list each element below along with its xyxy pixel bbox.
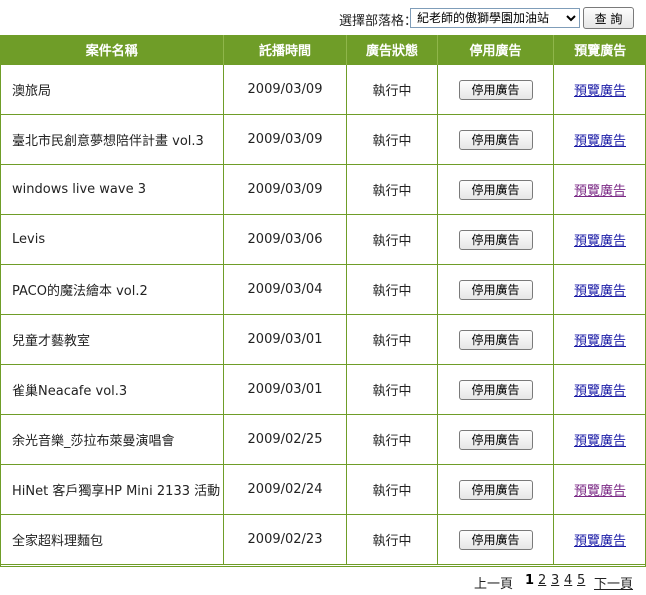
preview-ad-cell: 預覽廣告 — [553, 364, 646, 415]
query-button[interactable]: 查 詢 — [583, 7, 634, 29]
broadcast-date: 2009/03/09 — [223, 114, 347, 165]
stop-ad-cell: 停用廣告 — [437, 164, 554, 215]
page-link-3[interactable]: 3 — [551, 573, 559, 588]
stop-ad-button[interactable]: 停用廣告 — [458, 179, 533, 200]
preview-ad-cell: 預覽廣告 — [553, 264, 646, 315]
preview-ad-cell: 預覽廣告 — [553, 464, 646, 515]
header-preview-ad: 預覽廣告 — [553, 35, 646, 65]
campaign-name: 臺北市民創意夢想陪伴計畫 vol.3 — [0, 114, 224, 165]
ad-status: 執行中 — [346, 214, 438, 265]
ad-campaign-table: 案件名稱 託播時間 廣告狀態 停用廣告 預覽廣告 澳旅局 2009/03/09 執行… — [0, 35, 646, 565]
broadcast-date: 2009/03/09 — [223, 64, 347, 115]
pagination: 上一頁 1 2 3 4 5 下一頁 — [0, 566, 646, 595]
preview-ad-link[interactable]: 預覽廣告 — [574, 384, 626, 399]
stop-ad-button[interactable]: 停用廣告 — [458, 79, 533, 100]
campaign-name: PACO的魔法繪本 vol.2 — [0, 264, 224, 315]
ad-status: 執行中 — [346, 364, 438, 415]
preview-ad-link[interactable]: 預覽廣告 — [574, 134, 626, 149]
table-row: 兒童才藝教室 2009/03/01 執行中 停用廣告 預覽廣告 — [0, 314, 646, 365]
campaign-name: 澳旅局 — [0, 64, 224, 115]
stop-ad-cell: 停用廣告 — [437, 314, 554, 365]
preview-ad-cell: 預覽廣告 — [553, 164, 646, 215]
preview-ad-cell: 預覽廣告 — [553, 514, 646, 565]
stop-ad-cell: 停用廣告 — [437, 414, 554, 465]
stop-ad-cell: 停用廣告 — [437, 264, 554, 315]
preview-ad-link[interactable]: 預覽廣告 — [574, 184, 626, 199]
table-row: windows live wave 3 2009/03/09 執行中 停用廣告 預覽廣告 — [0, 164, 646, 215]
broadcast-date: 2009/03/09 — [223, 164, 347, 215]
campaign-name: 雀巢Neacafe vol.3 — [0, 364, 224, 415]
table-header-row: 案件名稱 託播時間 廣告狀態 停用廣告 預覽廣告 — [0, 35, 646, 65]
table-row: 雀巢Neacafe vol.3 2009/03/01 執行中 停用廣告 預覽廣告 — [0, 364, 646, 415]
ad-status: 執行中 — [346, 514, 438, 565]
stop-ad-button[interactable]: 停用廣告 — [458, 379, 533, 400]
prev-page-label: 上一頁 — [474, 577, 514, 592]
campaign-name: 余光音樂_莎拉布萊曼演唱會 — [0, 414, 224, 465]
campaign-name: HiNet 客戶獨享HP Mini 2133 活動 — [0, 464, 224, 515]
ad-status: 執行中 — [346, 64, 438, 115]
stop-ad-cell: 停用廣告 — [437, 364, 554, 415]
preview-ad-link[interactable]: 預覽廣告 — [574, 334, 626, 349]
table-row: 全家超料理麵包 2009/02/23 執行中 停用廣告 預覽廣告 — [0, 514, 646, 565]
table-row: Levis 2009/03/06 執行中 停用廣告 預覽廣告 — [0, 214, 646, 265]
table-row: 余光音樂_莎拉布萊曼演唱會 2009/02/25 執行中 停用廣告 預覽廣告 — [0, 414, 646, 465]
stop-ad-button[interactable]: 停用廣告 — [458, 229, 533, 250]
header-stop-ad: 停用廣告 — [437, 35, 554, 65]
stop-ad-button[interactable]: 停用廣告 — [458, 129, 533, 150]
page-link-5[interactable]: 5 — [577, 573, 585, 588]
table-row: HiNet 客戶獨享HP Mini 2133 活動 2009/02/24 執行中 停用… — [0, 464, 646, 515]
header-campaign-name: 案件名稱 — [0, 35, 224, 65]
stop-ad-button[interactable]: 停用廣告 — [458, 279, 533, 300]
preview-ad-cell: 預覽廣告 — [553, 214, 646, 265]
next-page-link[interactable]: 下一頁 — [594, 573, 633, 592]
broadcast-date: 2009/03/01 — [223, 364, 347, 415]
preview-ad-cell: 預覽廣告 — [553, 314, 646, 365]
broadcast-date: 2009/03/01 — [223, 314, 347, 365]
table-row: PACO的魔法繪本 vol.2 2009/03/04 執行中 停用廣告 預覽廣告 — [0, 264, 646, 315]
preview-ad-link[interactable]: 預覽廣告 — [574, 84, 626, 99]
broadcast-date: 2009/03/06 — [223, 214, 347, 265]
preview-ad-cell: 預覽廣告 — [553, 64, 646, 115]
broadcast-date: 2009/02/24 — [223, 464, 347, 515]
ad-status: 執行中 — [346, 264, 438, 315]
preview-ad-link[interactable]: 預覽廣告 — [574, 534, 626, 549]
preview-ad-link[interactable]: 預覽廣告 — [574, 284, 626, 299]
ad-status: 執行中 — [346, 314, 438, 365]
blog-selector-bar: 選擇部落格： 紀老師的傲獅學園加油站 查 詢 — [0, 0, 646, 35]
table-row: 臺北市民創意夢想陪伴計畫 vol.3 2009/03/09 執行中 停用廣告 預覽廣告 — [0, 114, 646, 165]
broadcast-date: 2009/02/23 — [223, 514, 347, 565]
stop-ad-cell: 停用廣告 — [437, 214, 554, 265]
broadcast-date: 2009/02/25 — [223, 414, 347, 465]
header-broadcast-time: 託播時間 — [223, 35, 347, 65]
campaign-name: windows live wave 3 — [0, 164, 224, 215]
stop-ad-cell: 停用廣告 — [437, 114, 554, 165]
stop-ad-button[interactable]: 停用廣告 — [458, 429, 533, 450]
header-ad-status: 廣告狀態 — [346, 35, 438, 65]
ad-status: 執行中 — [346, 464, 438, 515]
campaign-name: 兒童才藝教室 — [0, 314, 224, 365]
current-page: 1 — [525, 573, 535, 588]
broadcast-date: 2009/03/04 — [223, 264, 347, 315]
ad-status: 執行中 — [346, 164, 438, 215]
stop-ad-cell: 停用廣告 — [437, 514, 554, 565]
blog-select[interactable]: 紀老師的傲獅學園加油站 — [410, 8, 580, 28]
stop-ad-cell: 停用廣告 — [437, 464, 554, 515]
preview-ad-link[interactable]: 預覽廣告 — [574, 434, 626, 449]
stop-ad-cell: 停用廣告 — [437, 64, 554, 115]
page-link-2[interactable]: 2 — [538, 573, 546, 588]
preview-ad-cell: 預覽廣告 — [553, 414, 646, 465]
page-link-4[interactable]: 4 — [564, 573, 572, 588]
ad-status: 執行中 — [346, 414, 438, 465]
preview-ad-link[interactable]: 預覽廣告 — [574, 234, 626, 249]
stop-ad-button[interactable]: 停用廣告 — [458, 329, 533, 350]
stop-ad-button[interactable]: 停用廣告 — [458, 529, 533, 550]
blog-selector-label: 選擇部落格： — [339, 14, 418, 29]
campaign-name: 全家超料理麵包 — [0, 514, 224, 565]
ad-status: 執行中 — [346, 114, 438, 165]
preview-ad-link[interactable]: 預覽廣告 — [574, 484, 626, 499]
table-row: 澳旅局 2009/03/09 執行中 停用廣告 預覽廣告 — [0, 64, 646, 115]
preview-ad-cell: 預覽廣告 — [553, 114, 646, 165]
campaign-name: Levis — [0, 214, 224, 265]
stop-ad-button[interactable]: 停用廣告 — [458, 479, 533, 500]
